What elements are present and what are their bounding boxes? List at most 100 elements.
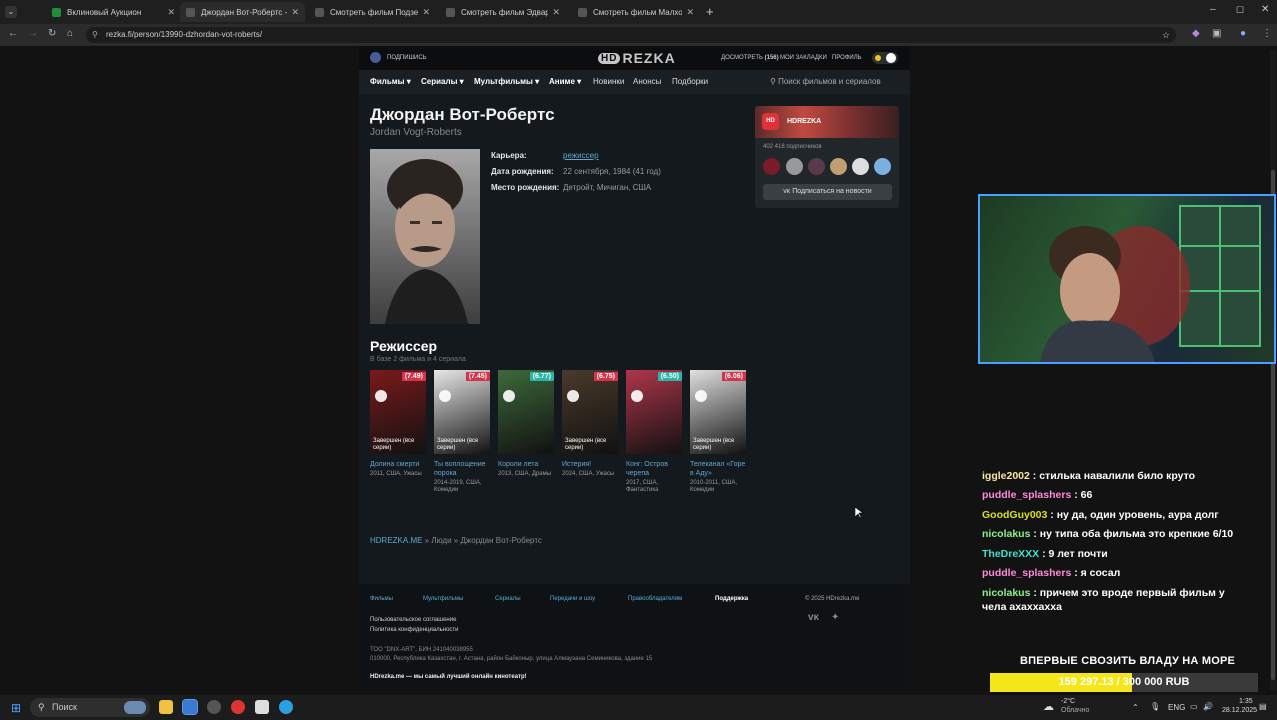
work-card[interactable]: (6.06) Завершен (все серии) Телеканал «Гор… <box>690 370 746 494</box>
work-poster[interactable]: (6.06) Завершен (все серии) <box>690 370 746 454</box>
tab-close-icon[interactable]: ✕ <box>686 7 694 18</box>
chrome-icon[interactable] <box>182 699 198 715</box>
play-icon[interactable] <box>695 390 707 402</box>
weather-icon[interactable]: ☁ <box>1043 700 1054 713</box>
obs-icon[interactable] <box>231 700 245 714</box>
maximize-button[interactable]: ☐ <box>1236 5 1244 16</box>
music-app-icon[interactable] <box>207 700 221 714</box>
play-icon[interactable] <box>503 390 515 402</box>
url-input[interactable]: ⚲ rezka.fi/person/13990-dzhordan-vot-rob… <box>86 27 1176 43</box>
avatar[interactable] <box>786 158 803 175</box>
footer-link-rightholders[interactable]: Правообладателям <box>628 596 682 602</box>
browser-tab[interactable]: Вклиновый Аукцион ✕ <box>46 2 181 22</box>
tab-close-icon[interactable]: ✕ <box>291 7 299 18</box>
language-indicator[interactable]: ENG <box>1168 703 1185 712</box>
play-icon[interactable] <box>375 390 387 402</box>
work-title[interactable]: Ты воплощение порока <box>434 460 490 478</box>
subscribe-link[interactable]: ПОДПИШИСЬ <box>387 55 427 61</box>
minimize-button[interactable]: – <box>1210 4 1216 15</box>
microphone-icon[interactable]: 🎙 <box>1150 702 1160 711</box>
network-icon[interactable]: ▭ <box>1190 702 1198 711</box>
footer-twitter-icon[interactable]: ✦ <box>831 612 839 623</box>
nav-cartoons[interactable]: Мультфильмы ▾ <box>474 77 539 86</box>
nav-anime[interactable]: Аниме ▾ <box>549 77 581 86</box>
breadcrumb-people[interactable]: Люди <box>431 536 451 545</box>
work-title[interactable]: Конг: Остров черепа <box>626 460 682 478</box>
tab-close-icon[interactable]: ✕ <box>422 7 430 18</box>
browser-menu-icon[interactable]: ⋮ <box>1262 28 1272 39</box>
footer-link-cartoons[interactable]: Мультфильмы <box>423 596 463 602</box>
play-icon[interactable] <box>631 390 643 402</box>
telegram-icon[interactable] <box>279 700 293 714</box>
work-card[interactable]: (6.77) Короли лета 2013, США, Драмы <box>498 370 554 478</box>
breadcrumb-home[interactable]: HDREZKA.ME <box>370 536 422 545</box>
footer-link-films[interactable]: Фильмы <box>370 596 393 602</box>
forward-icon[interactable]: → <box>28 28 38 39</box>
browser-tab[interactable]: Смотреть фильм Подземель✕ <box>309 2 436 22</box>
nav-collections[interactable]: Подборки <box>672 77 708 86</box>
app-icon[interactable] <box>255 700 269 714</box>
work-poster[interactable]: (7.45) Завершен (все серии) <box>434 370 490 454</box>
nav-announces[interactable]: Анонсы <box>633 77 661 86</box>
new-tab-button[interactable]: + <box>706 4 714 19</box>
nav-new[interactable]: Новинки <box>593 77 624 86</box>
tab-close-icon[interactable]: ✕ <box>167 7 175 18</box>
back-icon[interactable]: ← <box>8 28 18 39</box>
play-icon[interactable] <box>439 390 451 402</box>
career-link[interactable]: режиссер <box>563 151 599 160</box>
browser-tab[interactable]: Джордан Вот-Робертс - смотреть✕ <box>180 2 305 22</box>
taskbar-search[interactable]: ⚲ Поиск <box>30 698 150 717</box>
work-card[interactable]: (6.75) Завершен (все серии) Истерия! 2024, … <box>562 370 618 478</box>
footer-vk-icon[interactable]: ᴠᴋ <box>808 612 819 623</box>
site-logo[interactable]: HD REZKA <box>598 50 676 66</box>
nav-series[interactable]: Сериалы ▾ <box>421 77 464 86</box>
vk-banner[interactable]: HD HDREZKA <box>755 106 899 138</box>
site-search[interactable]: ⚲ Поиск фильмов и сериалов <box>770 77 881 86</box>
watched-link[interactable]: ДОСМОТРЕТЬ (156) <box>721 55 779 61</box>
work-title[interactable]: Короли лета <box>498 460 554 469</box>
avatar[interactable] <box>830 158 847 175</box>
profile-avatar-icon[interactable]: ● <box>1240 28 1246 39</box>
browser-tab[interactable]: Смотреть фильм Эдвард руки✕ <box>440 2 566 22</box>
work-card[interactable]: (7.45) Завершен (все серии) Ты воплощение … <box>434 370 490 494</box>
browser-tab[interactable]: Смотреть фильм Малхолланд✕ <box>572 2 700 22</box>
work-poster[interactable]: (6.50) <box>626 370 682 454</box>
clock-date[interactable]: 28.12.2025 <box>1222 707 1257 714</box>
clock-time[interactable]: 1:35 <box>1239 698 1253 705</box>
nav-films[interactable]: Фильмы ▾ <box>370 77 411 86</box>
work-card[interactable]: (7.49) Завершен (все серии) Долина смерти 2… <box>370 370 426 478</box>
bookmarks-link[interactable]: МОИ ЗАКЛАДКИ <box>780 55 827 61</box>
notifications-icon[interactable]: ▤ <box>1259 702 1267 711</box>
footer-privacy[interactable]: Политика конфиденциальности <box>370 627 459 633</box>
file-explorer-icon[interactable] <box>159 700 173 714</box>
bookmark-star-icon[interactable]: ☆ <box>1162 27 1170 43</box>
avatar[interactable] <box>808 158 825 175</box>
work-poster[interactable]: (6.77) <box>498 370 554 454</box>
footer-terms[interactable]: Пользовательское соглашение <box>370 617 456 623</box>
close-window-button[interactable]: ✕ <box>1261 4 1269 15</box>
tray-chevron-icon[interactable]: ⌃ <box>1132 703 1139 712</box>
work-title[interactable]: Телеканал «Горе в Аду» <box>690 460 746 478</box>
volume-icon[interactable]: 🔊 <box>1203 702 1213 711</box>
play-icon[interactable] <box>567 390 579 402</box>
profile-link[interactable]: ПРОФИЛЬ <box>832 55 862 61</box>
tab-menu-button[interactable]: ⌄ <box>5 6 17 18</box>
footer-link-shows[interactable]: Передачи и шоу <box>550 596 595 602</box>
tab-close-icon[interactable]: ✕ <box>552 7 560 18</box>
avatar[interactable] <box>874 158 891 175</box>
work-title[interactable]: Долина смерти <box>370 460 426 469</box>
extensions-puzzle-icon[interactable]: ▣ <box>1212 28 1221 39</box>
start-windows-icon[interactable]: ⊞ <box>11 701 21 715</box>
work-poster[interactable]: (7.49) Завершен (все серии) <box>370 370 426 454</box>
footer-link-series[interactable]: Сериалы <box>495 596 521 602</box>
vk-subscribe-button[interactable]: ᴠᴋ Подписаться на новости <box>763 184 892 200</box>
extension-icon[interactable]: ◆ <box>1192 28 1200 39</box>
work-card[interactable]: (6.50) Конг: Остров черепа 2017, США, Фант… <box>626 370 682 494</box>
footer-link-support[interactable]: Поддержка <box>715 596 748 602</box>
work-poster[interactable]: (6.75) Завершен (все серии) <box>562 370 618 454</box>
work-title[interactable]: Истерия! <box>562 460 618 469</box>
home-icon[interactable]: ⌂ <box>67 28 73 39</box>
theme-toggle[interactable] <box>872 52 898 64</box>
site-info-icon[interactable]: ⚲ <box>92 27 98 43</box>
page-scrollbar[interactable] <box>1270 50 1276 690</box>
